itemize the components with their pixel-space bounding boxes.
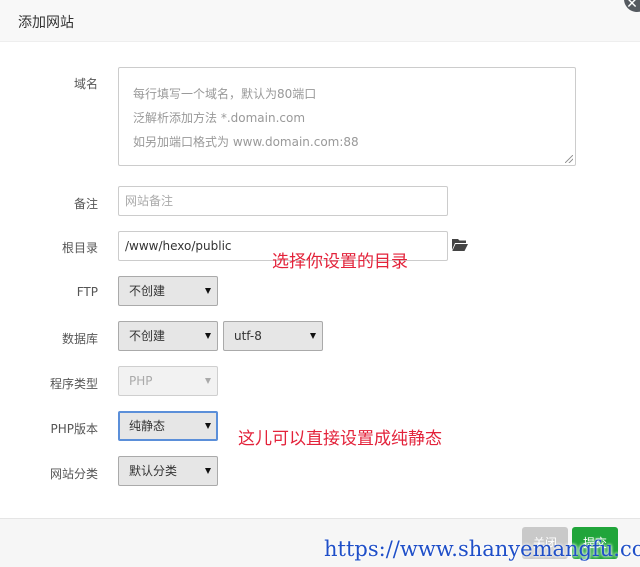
resize-handle-icon[interactable] bbox=[565, 155, 573, 163]
program-type-label: 程序类型 bbox=[49, 377, 98, 391]
caret-down-icon bbox=[205, 378, 211, 384]
charset-select[interactable]: utf-8 bbox=[223, 321, 323, 351]
ftp-label: FTP bbox=[76, 285, 98, 299]
php-annotation: 这儿可以直接设置成纯静态 bbox=[238, 429, 442, 449]
note-input[interactable]: 网站备注 bbox=[118, 186, 448, 216]
domain-placeholder-line-1: 每行填写一个域名，默认为80端口 bbox=[133, 87, 317, 101]
note-label: 备注 bbox=[73, 197, 98, 211]
caret-down-icon bbox=[310, 333, 316, 339]
database-select[interactable]: 不创建 bbox=[118, 321, 218, 351]
domain-placeholder-line-2: 泛解析添加方法 *.domain.com bbox=[133, 111, 306, 125]
database-label: 数据库 bbox=[61, 332, 98, 346]
domain-placeholder-line-3: 如另加端口格式为 www.domain.com:88 bbox=[133, 135, 359, 149]
category-select-value: 默认分类 bbox=[129, 464, 178, 478]
ftp-select[interactable]: 不创建 bbox=[118, 276, 218, 306]
php-version-label: PHP版本 bbox=[50, 422, 99, 436]
add-site-dialog: 添加网站 ✕ 域名 每行填写一个域名，默认为80端口 泛解析添加方法 *.dom… bbox=[0, 0, 640, 567]
watermark-text: https://www.shanyemangfu.com bbox=[324, 537, 640, 561]
php-version-select-value: 纯静态 bbox=[129, 419, 166, 433]
domain-textarea[interactable]: 每行填写一个域名，默认为80端口 泛解析添加方法 *.domain.com 如另… bbox=[118, 67, 576, 166]
close-icon[interactable]: ✕ bbox=[624, 0, 640, 12]
root-annotation: 选择你设置的目录 bbox=[272, 252, 408, 272]
caret-down-icon bbox=[205, 333, 211, 339]
root-label: 根目录 bbox=[61, 241, 98, 255]
php-version-select[interactable]: 纯静态 bbox=[118, 411, 218, 441]
caret-down-icon bbox=[205, 288, 211, 294]
caret-down-icon bbox=[205, 423, 211, 429]
program-type-select: PHP bbox=[118, 366, 218, 396]
ftp-select-value: 不创建 bbox=[129, 284, 166, 298]
caret-down-icon bbox=[205, 468, 211, 474]
program-type-select-value: PHP bbox=[129, 374, 153, 388]
dialog-titlebar: 添加网站 bbox=[0, 0, 640, 42]
category-select[interactable]: 默认分类 bbox=[118, 456, 218, 486]
folder-open-icon[interactable] bbox=[452, 238, 468, 252]
charset-select-value: utf-8 bbox=[234, 329, 262, 343]
domain-label: 域名 bbox=[73, 77, 98, 91]
database-select-value: 不创建 bbox=[129, 329, 166, 343]
category-label: 网站分类 bbox=[49, 467, 98, 481]
dialog-title: 添加网站 bbox=[18, 15, 74, 31]
